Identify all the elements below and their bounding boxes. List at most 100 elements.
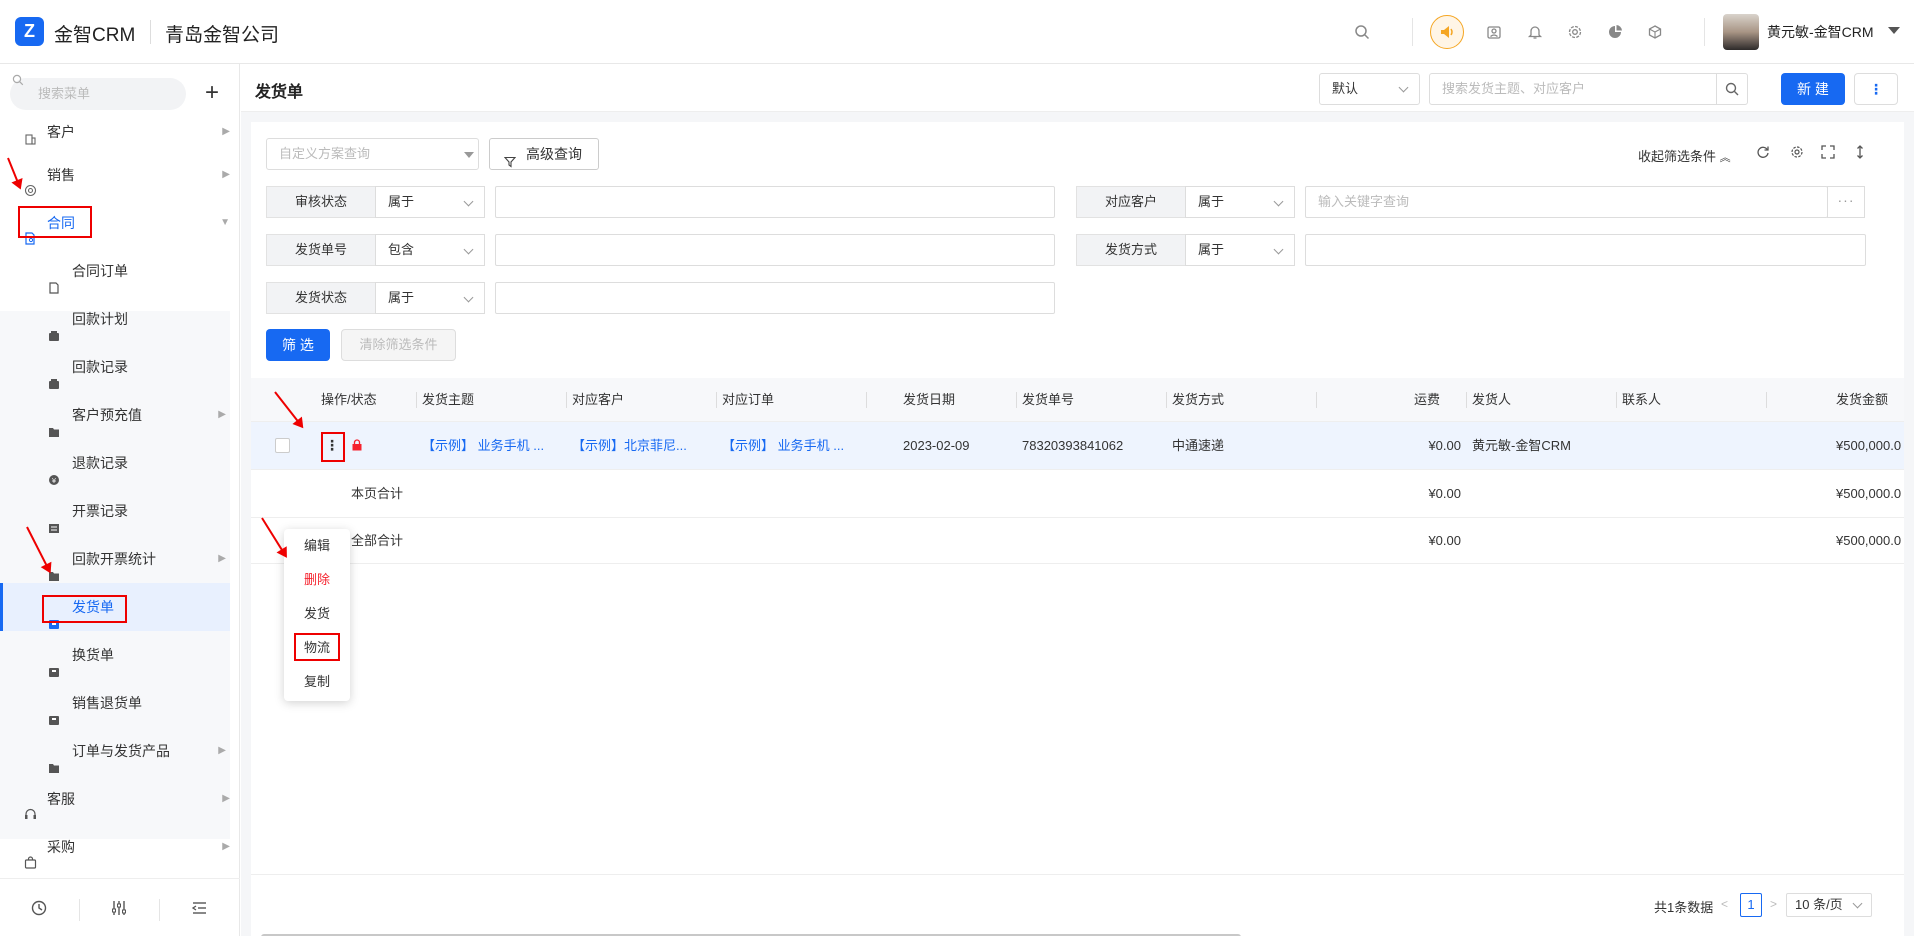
cell-customer[interactable]: 【示例】北京菲尼... — [572, 422, 712, 470]
sidebar-subitem-contract-orders[interactable]: 合同订单 — [0, 247, 230, 295]
pie-chart-icon[interactable] — [1603, 20, 1627, 44]
refresh-icon[interactable] — [1756, 145, 1772, 161]
column-header[interactable]: 发货方式 — [1172, 378, 1224, 422]
column-header[interactable]: 发货主题 — [422, 378, 474, 422]
folder-icon — [48, 409, 60, 437]
sidebar-item-label: 回款记录 — [72, 359, 128, 375]
filter-operator-value: 属于 — [1198, 194, 1225, 209]
cell-freight: ¥0.00 — [1428, 438, 1461, 453]
sidebar-subitem-exchange[interactable]: 换货单 — [0, 631, 230, 679]
filter-operator-audit-status[interactable]: 属于 — [375, 186, 485, 218]
sidebar-subitem-payment-plan[interactable]: 回款计划 — [0, 295, 230, 343]
chevron-right-icon: ▶ — [218, 553, 226, 564]
new-button[interactable]: 新 建 — [1781, 73, 1845, 105]
sidebar-item-label: 合同订单 — [72, 263, 128, 279]
sidebar-subitem-sales-return[interactable]: 销售退货单 — [0, 679, 230, 727]
column-header[interactable]: 运费 — [1414, 378, 1440, 422]
search-icon[interactable] — [1350, 20, 1374, 44]
filter-operator-delivery-number[interactable]: 包含 — [375, 234, 485, 266]
divider — [1704, 18, 1705, 46]
column-header[interactable]: 发货日期 — [903, 378, 955, 422]
filter-value-delivery-status[interactable] — [495, 282, 1055, 314]
filter-button[interactable]: 筛 选 — [266, 329, 330, 361]
gear-icon[interactable] — [1563, 20, 1587, 44]
column-header[interactable]: 发货金额 — [1836, 378, 1888, 422]
column-header[interactable]: 操作/状态 — [321, 378, 377, 422]
page-size-select[interactable]: 10 条/页 — [1786, 893, 1872, 917]
caret-down-icon — [464, 152, 474, 158]
filter-value-audit-status[interactable] — [495, 186, 1055, 218]
column-header[interactable]: 对应订单 — [722, 378, 774, 422]
sidebar-item-sales[interactable]: 销售 ▶ — [0, 151, 230, 199]
prev-page-button[interactable]: < — [1721, 897, 1728, 911]
row-height-icon[interactable] — [1853, 145, 1869, 161]
advanced-query-button[interactable]: 高级查询 — [489, 138, 599, 170]
column-header[interactable]: 对应客户 — [572, 378, 624, 422]
user-name[interactable]: 黄元敏-金智CRM — [1767, 22, 1874, 42]
table-row[interactable]: ⋮ 【示例】 业务手机 ... 【示例】北京菲尼... 【示例】 业务手机 ..… — [251, 422, 1904, 470]
cell-subject[interactable]: 【示例】 业务手机 ... — [422, 422, 562, 470]
all-total-amount: ¥500,000.0 — [1836, 533, 1902, 548]
page-number-current[interactable]: 1 — [1740, 893, 1762, 917]
column-header[interactable]: 联系人 — [1622, 378, 1661, 422]
filter-operator-customer[interactable]: 属于 — [1185, 186, 1295, 218]
column-header[interactable]: 发货单号 — [1022, 378, 1074, 422]
contacts-icon[interactable] — [1482, 20, 1506, 44]
more-button[interactable]: ⋮ — [1854, 73, 1898, 105]
more-options-button[interactable]: ··· — [1827, 186, 1865, 218]
sliders-icon[interactable] — [110, 899, 130, 919]
menu-item-copy[interactable]: 复制 — [284, 665, 350, 699]
cube-icon[interactable] — [1643, 20, 1667, 44]
settings-icon[interactable] — [1790, 145, 1806, 161]
sidebar-subitem-refund[interactable]: ¥ 退款记录 — [0, 439, 230, 487]
filter-label-customer: 对应客户 — [1076, 186, 1186, 218]
search-input[interactable]: 搜索发货主题、对应客户 — [1429, 73, 1717, 105]
column-header[interactable]: 发货人 — [1472, 378, 1511, 422]
logo[interactable]: Z — [15, 17, 44, 46]
filter-value-delivery-method[interactable] — [1305, 234, 1866, 266]
history-icon[interactable] — [30, 899, 50, 919]
menu-item-ship[interactable]: 发货 — [284, 597, 350, 631]
page-total-row: 本页合计 ¥0.00 ¥500,000.0 — [251, 470, 1904, 518]
add-menu-button[interactable]: + — [196, 78, 228, 110]
cell-amount: ¥500,000.0 — [1836, 438, 1902, 453]
filter-value-delivery-number[interactable] — [495, 234, 1055, 266]
view-select[interactable]: 默认 — [1319, 73, 1420, 105]
menu-item-edit[interactable]: 编辑 — [284, 529, 350, 563]
chevron-down-icon — [1273, 244, 1284, 255]
avatar[interactable] — [1723, 14, 1759, 50]
collapse-filters-label: 收起筛选条件 — [1638, 149, 1717, 164]
clear-filters-button[interactable]: 清除筛选条件 — [341, 329, 456, 361]
sidebar-subitem-invoice[interactable]: 开票记录 — [0, 487, 230, 535]
sidebar-subitem-order-products[interactable]: 订单与发货产品 ▶ — [0, 727, 230, 775]
menu-item-delete[interactable]: 删除 — [284, 563, 350, 597]
sidebar-item-label: 回款开票统计 — [72, 551, 156, 567]
fullscreen-icon[interactable] — [1821, 145, 1837, 161]
filter-value-customer[interactable]: 输入关键字查询 — [1305, 186, 1828, 218]
bell-icon[interactable] — [1523, 20, 1547, 44]
sidebar-item-customer[interactable]: 客户 ▶ — [0, 117, 230, 147]
collapse-filters-link[interactable]: 收起筛选条件 ︽ — [1638, 146, 1731, 165]
sidebar-subitem-prepaid[interactable]: 客户预充值 ▶ — [0, 391, 230, 439]
collapse-menu-icon[interactable] — [190, 899, 210, 919]
filter-operator-delivery-status[interactable]: 属于 — [375, 282, 485, 314]
sidebar-subitem-payment-record[interactable]: 回款记录 — [0, 343, 230, 391]
speaker-icon[interactable] — [1430, 15, 1464, 49]
target-icon — [24, 168, 38, 197]
row-checkbox[interactable] — [275, 438, 290, 453]
chevron-down-icon[interactable] — [1888, 27, 1900, 34]
sidebar-item-service[interactable]: 客服 ▶ — [0, 775, 230, 823]
sidebar-item-purchase[interactable]: 采购 ▶ — [0, 823, 230, 871]
brand-name[interactable]: 金智CRM — [54, 20, 135, 47]
row-actions-menu: 编辑 删除 发货 物流 复制 — [284, 529, 350, 701]
filter-operator-delivery-method[interactable]: 属于 — [1185, 234, 1295, 266]
divider — [566, 392, 567, 408]
box-icon — [48, 649, 60, 677]
next-page-button[interactable]: > — [1770, 897, 1777, 911]
menu-search-input[interactable]: 搜索菜单 — [10, 78, 186, 110]
cell-method: 中通速递 — [1172, 438, 1225, 453]
scheme-select[interactable]: 自定义方案查询 — [266, 138, 479, 170]
divider — [1016, 392, 1017, 408]
search-icon[interactable] — [1716, 73, 1748, 105]
cell-order[interactable]: 【示例】 业务手机 ... — [722, 422, 862, 470]
